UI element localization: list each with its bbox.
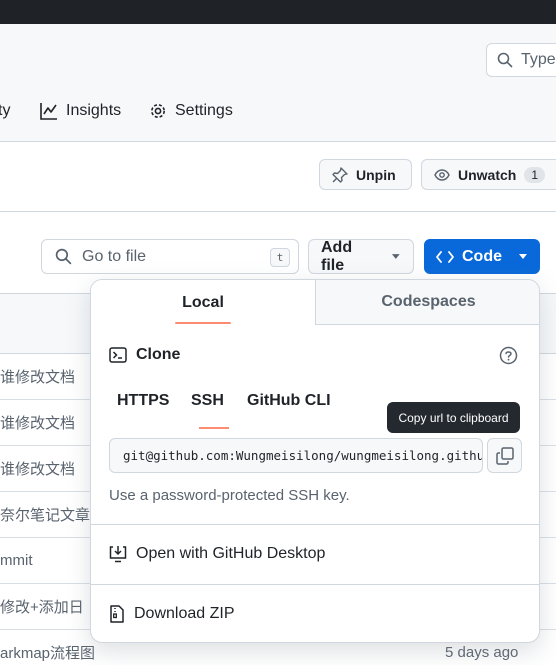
open-desktop-label: Open with GitHub Desktop (136, 545, 326, 562)
clone-heading: Clone (109, 346, 180, 364)
go-to-file-input[interactable]: Go to file t (41, 239, 299, 274)
divider (91, 524, 539, 525)
commit-message[interactable]: mmit (0, 552, 33, 569)
repo-action-bar: Unpin Unwatch 1 (0, 142, 556, 212)
nav-item-settings[interactable]: Settings (149, 102, 233, 120)
divider (91, 584, 539, 585)
search-icon (55, 248, 72, 265)
tab-codespaces-label: Codespaces (381, 293, 476, 310)
unpin-label: Unpin (356, 166, 396, 183)
tab-local-label: Local (182, 293, 224, 311)
repo-header: Type ty Insights Settings (0, 24, 556, 142)
triangle-down-icon (519, 253, 527, 259)
terminal-icon (109, 347, 127, 363)
tab-ssh[interactable]: SSH (191, 392, 224, 410)
download-zip-label: Download ZIP (134, 605, 235, 622)
download-zip-menu-item[interactable]: Download ZIP (109, 605, 235, 623)
add-file-button[interactable]: Add file (308, 239, 414, 274)
code-icon (436, 250, 454, 263)
commit-time: 5 days ago (445, 644, 519, 661)
nav-item-label: Insights (66, 102, 122, 119)
commit-message[interactable]: 谁修改文档 (0, 366, 75, 387)
commit-message[interactable]: 谁修改文档 (0, 458, 75, 479)
tab-active-indicator (199, 427, 229, 429)
nav-item-security[interactable]: ty (0, 102, 10, 120)
commit-message[interactable]: 奈尔笔记文章 (0, 504, 90, 525)
file-zip-icon (110, 605, 124, 623)
go-to-file-placeholder: Go to file (82, 247, 147, 265)
code-popover: Local Codespaces Clone HTTPS SSH GitHub … (90, 279, 540, 643)
gear-icon (151, 104, 165, 118)
copy-icon (495, 446, 514, 465)
commit-message[interactable]: 谁修改文档 (0, 412, 75, 433)
tab-github-cli[interactable]: GitHub CLI (247, 392, 331, 410)
desktop-download-icon (109, 546, 127, 563)
search-placeholder: Type (521, 51, 556, 68)
commit-message[interactable]: arkmap流程图 (0, 642, 95, 663)
unwatch-label: Unwatch (458, 166, 517, 183)
pin-icon (332, 166, 348, 183)
search-input[interactable]: Type (486, 43, 556, 77)
help-icon[interactable] (499, 346, 518, 365)
unwatch-button[interactable]: Unwatch 1 (421, 159, 556, 190)
add-file-label: Add file (321, 238, 353, 274)
code-label: Code (462, 247, 502, 265)
clone-title: Clone (136, 346, 181, 363)
tab-active-indicator (175, 322, 231, 324)
search-icon (497, 52, 513, 68)
copy-tooltip: Copy url to clipboard (387, 402, 520, 433)
nav-item-label: Settings (175, 102, 233, 119)
nav-item-insights[interactable]: Insights (40, 102, 121, 120)
unpin-button[interactable]: Unpin (319, 159, 412, 190)
tab-local[interactable]: Local (91, 280, 315, 325)
tab-codespaces[interactable]: Codespaces (315, 280, 539, 325)
shortcut-key: t (270, 248, 290, 267)
open-desktop-menu-item[interactable]: Open with GitHub Desktop (109, 545, 325, 563)
code-button[interactable]: Code (424, 239, 540, 274)
top-navbar (0, 0, 556, 24)
triangle-down-icon (392, 253, 401, 259)
popover-tabs: Local Codespaces (91, 280, 539, 325)
eye-icon (434, 168, 450, 181)
tab-https[interactable]: HTTPS (117, 392, 169, 410)
nav-item-label: ty (0, 102, 11, 119)
watch-count: 1 (524, 166, 546, 183)
graph-icon (40, 103, 57, 120)
clone-url-field[interactable]: git@github.com:Wungmeisilong/wungmeisilo… (109, 438, 483, 473)
commit-message[interactable]: 修改+添加日 (0, 596, 84, 617)
ssh-hint-text: Use a password-protected SSH key. (109, 487, 350, 504)
clone-url-text: git@github.com:Wungmeisilong/wungmeisilo… (123, 448, 482, 463)
copy-url-button[interactable] (487, 438, 522, 473)
